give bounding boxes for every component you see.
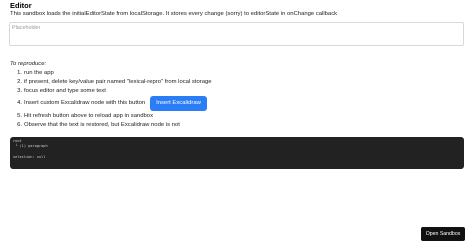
tree-view-line: root <box>13 139 22 143</box>
list-item: 4. Insert custom Excalidraw node with thi… <box>10 96 207 111</box>
tree-view-line: └ (1) paragraph <box>13 144 48 148</box>
tree-view-panel: root └ (1) paragraph selection: null <box>10 137 464 169</box>
step-number: 2. <box>17 79 22 85</box>
editor-input[interactable]: Placeholder <box>9 22 464 46</box>
step-number: 5. <box>17 113 22 119</box>
list-item: 5. Hit refresh button above to reload app… <box>10 113 153 119</box>
editor-placeholder: Placeholder <box>12 25 41 31</box>
step-text: Insert custom Excalidraw node with this … <box>24 100 146 106</box>
step-number: 4. <box>17 100 22 106</box>
step-text: focus editor and type some text <box>24 88 106 94</box>
step-text: if present, delete key/value pair named … <box>24 79 212 85</box>
step-text: Observe that the text is restored, but E… <box>24 122 180 128</box>
list-item: 3. focus editor and type some text <box>10 88 106 94</box>
step-text: run the app <box>24 70 54 76</box>
list-item: 1. run the app <box>10 70 54 76</box>
page-title: Editor <box>10 1 32 10</box>
tree-view-line: selection: null <box>13 155 46 159</box>
step-number: 6. <box>17 122 22 128</box>
list-item: 6. Observe that the text is restored, but… <box>10 122 180 128</box>
insert-excalidraw-button[interactable]: Insert Excalidraw <box>150 96 207 111</box>
step-text: Hit refresh button above to reload app i… <box>24 113 154 119</box>
sandbox-page: Editor This sandbox loads the initialEdi… <box>0 0 474 248</box>
page-description: This sandbox loads the initialEditorStat… <box>10 11 338 17</box>
list-item: 2. if present, delete key/value pair name… <box>10 79 212 85</box>
repro-heading: To reproduce: <box>10 61 47 67</box>
open-sandbox-button[interactable]: Open Sandbox <box>421 227 465 241</box>
step-number: 1. <box>17 70 22 76</box>
step-number: 3. <box>17 88 22 94</box>
